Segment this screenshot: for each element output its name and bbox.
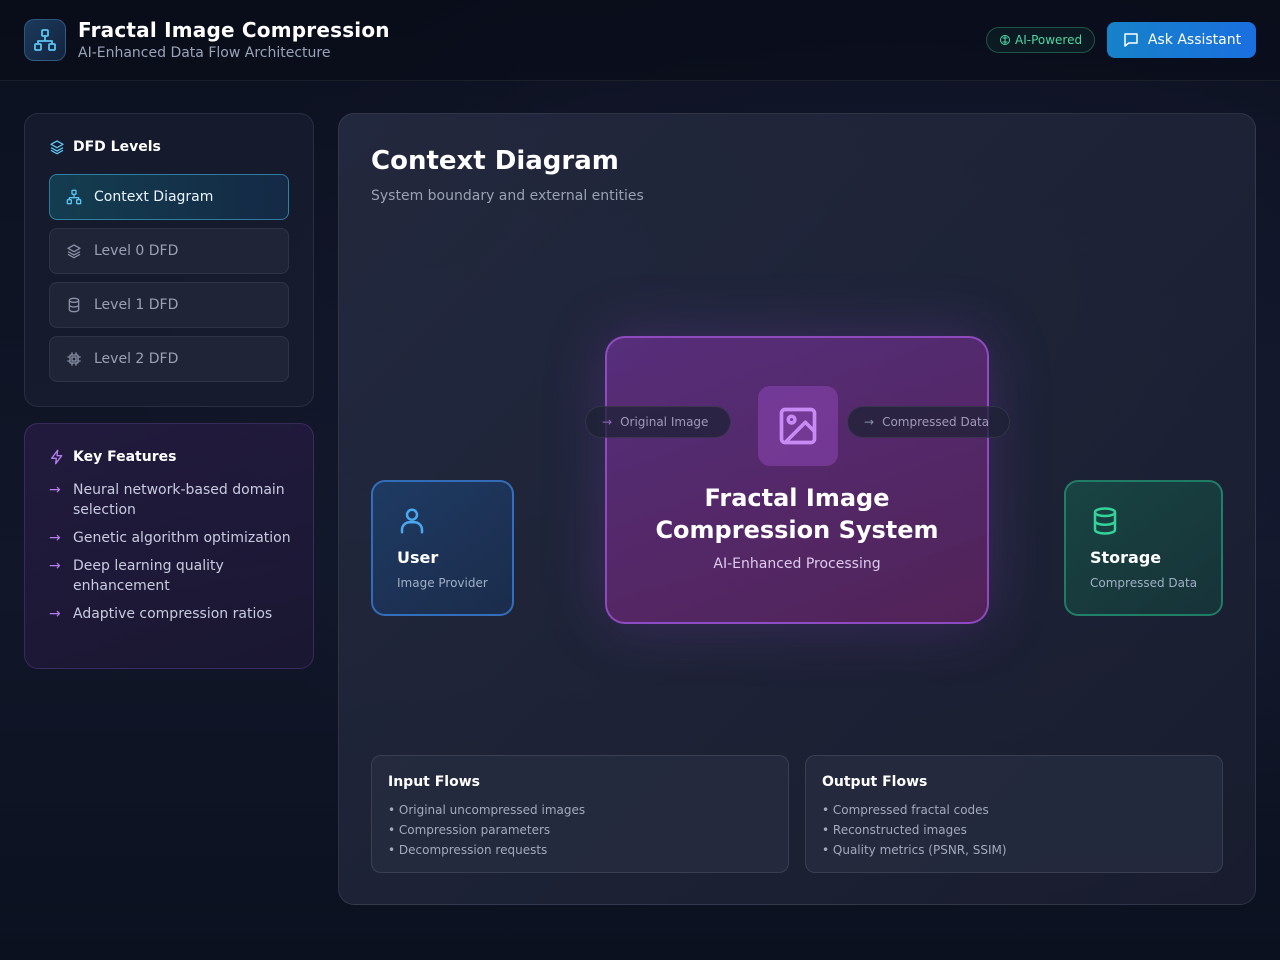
layers-icon: [67, 244, 81, 259]
ask-assistant-label: Ask Assistant: [1147, 32, 1242, 48]
diagram-panel: Context Diagram System boundary and exte…: [338, 113, 1256, 905]
system-title: Fractal Image Compression System: [655, 484, 939, 544]
arrow-right-icon: →: [49, 530, 61, 546]
level-0-dfd[interactable]: Level 0 DFD: [49, 228, 289, 274]
output-flows-title: Output Flows: [822, 774, 928, 790]
user-entity-role: Image Provider: [397, 576, 488, 590]
feature-item: → Genetic algorithm optimization: [49, 530, 291, 546]
image-icon: [779, 407, 817, 445]
user-entity-name: User: [397, 548, 439, 567]
storage-entity-name: Storage: [1090, 548, 1162, 567]
level-label: Level 0 DFD: [94, 243, 179, 259]
level-context-diagram[interactable]: Context Diagram: [49, 174, 289, 220]
list-item: • Original uncompressed images: [388, 803, 586, 817]
dfd-levels-heading: DFD Levels: [49, 139, 161, 155]
brain-icon: [1000, 35, 1010, 45]
arrow-right-icon: →: [49, 558, 61, 574]
level-1-dfd[interactable]: Level 1 DFD: [49, 282, 289, 328]
app-logo: [24, 19, 66, 61]
input-flows-title: Input Flows: [388, 774, 480, 790]
network-icon: [66, 189, 82, 205]
list-item: • Decompression requests: [388, 843, 548, 857]
chat-icon: [1124, 33, 1138, 47]
storage-entity-role: Compressed Data: [1090, 576, 1198, 590]
arrow-right-icon: →: [864, 415, 875, 429]
key-features-panel: Key Features → Neural network-based doma…: [24, 423, 314, 669]
feature-item: → Neural network-based domain selection: [49, 482, 285, 518]
list-item: • Quality metrics (PSNR, SSIM): [822, 843, 1007, 857]
input-flows-box: Input Flows • Original uncompressed imag…: [371, 755, 789, 873]
level-label: Context Diagram: [94, 189, 214, 205]
diagram-title: Context Diagram: [371, 146, 619, 176]
list-item: • Reconstructed images: [822, 823, 967, 837]
arrow-right-icon: →: [602, 415, 613, 429]
ai-powered-label: AI-Powered: [1015, 33, 1083, 47]
list-item: • Compressed fractal codes: [822, 803, 989, 817]
level-2-dfd[interactable]: Level 2 DFD: [49, 336, 289, 382]
chip-icon: [67, 352, 81, 366]
dfd-levels-panel: DFD Levels Context Diagram Level 0 DFD L…: [24, 113, 314, 407]
level-label: Level 2 DFD: [94, 351, 179, 367]
flow-compressed-data: → Compressed Data: [847, 406, 1010, 438]
network-icon: [34, 29, 56, 51]
ask-assistant-button[interactable]: Ask Assistant: [1107, 22, 1256, 58]
storage-entity[interactable]: Storage Compressed Data: [1064, 480, 1223, 616]
output-flows-list: • Compressed fractal codes • Reconstruct…: [822, 800, 1007, 860]
level-label: Level 1 DFD: [94, 297, 179, 313]
system-subtitle: AI-Enhanced Processing: [713, 556, 881, 572]
app-subtitle: AI-Enhanced Data Flow Architecture: [78, 45, 331, 61]
app-title: Fractal Image Compression: [78, 18, 390, 42]
layers-icon: [50, 140, 64, 155]
arrow-right-icon: →: [49, 482, 61, 498]
database-icon: [1093, 507, 1117, 535]
output-flows-box: Output Flows • Compressed fractal codes …: [805, 755, 1223, 873]
feature-item: → Adaptive compression ratios: [49, 606, 273, 622]
app-header: Fractal Image Compression AI-Enhanced Da…: [0, 0, 1280, 81]
feature-item: → Deep learning quality enhancement: [49, 558, 224, 594]
key-features-heading: Key Features: [49, 449, 176, 465]
flow-original-image: → Original Image: [585, 406, 731, 438]
ai-powered-badge: AI-Powered: [986, 27, 1096, 53]
compression-system-process[interactable]: Fractal Image Compression System AI-Enha…: [605, 336, 989, 624]
input-flows-list: • Original uncompressed images • Compres…: [388, 800, 585, 860]
feature-list: → Neural network-based domain selection …: [49, 480, 299, 632]
system-icon-box: [758, 386, 838, 466]
list-item: • Compression parameters: [388, 823, 551, 837]
database-icon: [68, 297, 80, 313]
diagram-subtitle: System boundary and external entities: [371, 188, 644, 204]
user-entity[interactable]: User Image Provider: [371, 480, 514, 616]
lightning-icon: [51, 449, 63, 465]
user-icon: [400, 508, 424, 534]
arrow-right-icon: →: [49, 606, 61, 622]
